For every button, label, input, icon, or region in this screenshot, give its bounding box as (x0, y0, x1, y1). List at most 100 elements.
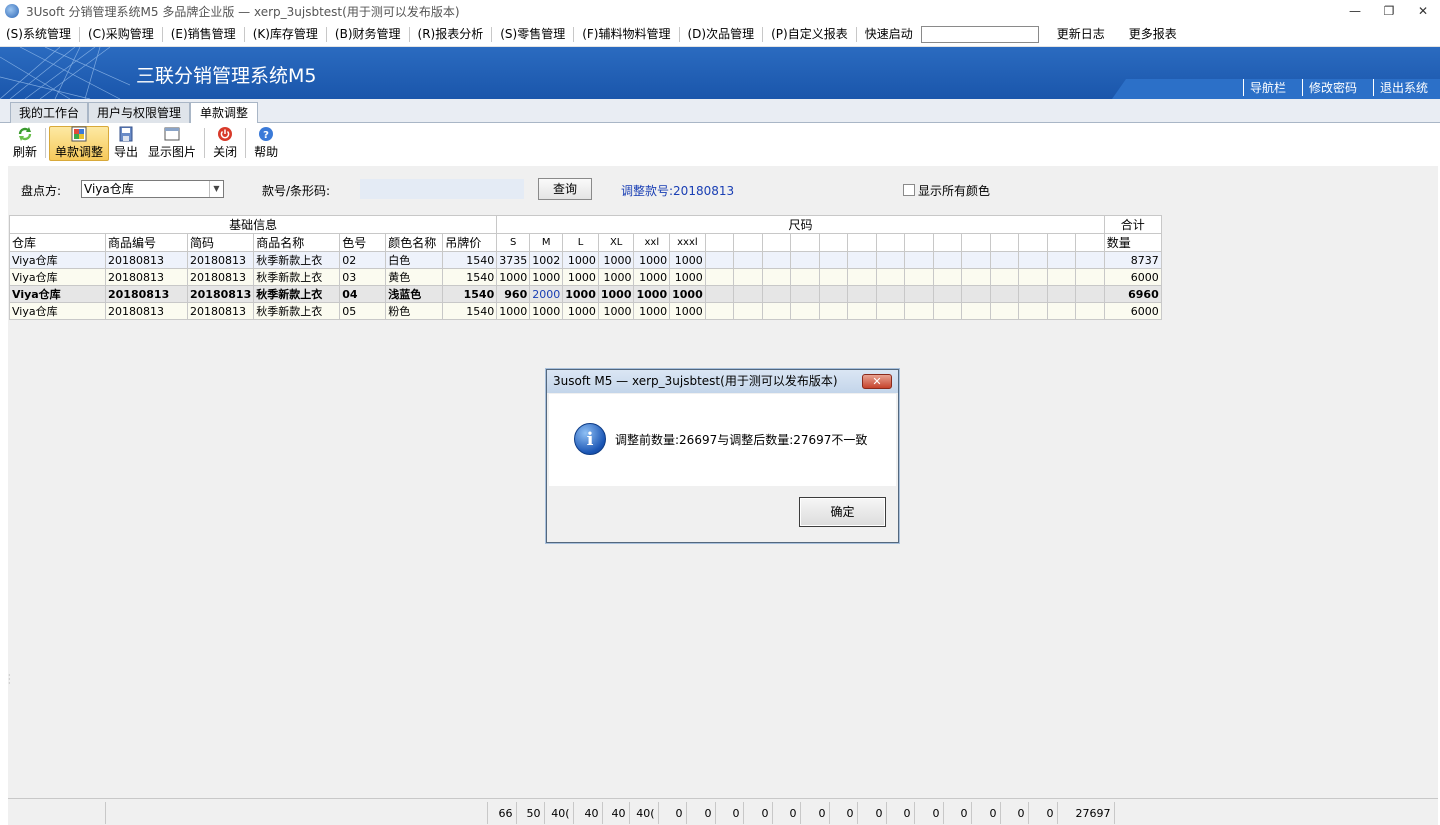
ok-button[interactable]: 确定 (799, 497, 886, 527)
menu-reports[interactable]: (R)报表分析 (412, 22, 490, 47)
cell-warehouse[interactable]: Viya仓库 (9, 268, 106, 286)
cell-size-qty[interactable]: 1000 (669, 268, 706, 286)
cell-size-qty[interactable]: 1000 (633, 268, 671, 286)
change-password-link[interactable]: 修改密码 (1301, 79, 1363, 96)
restore-button[interactable]: ❐ (1372, 0, 1406, 22)
cell-size-empty[interactable] (875, 268, 905, 286)
cell-short-code[interactable]: 20180813 (186, 268, 255, 286)
cell-size-empty[interactable] (960, 285, 991, 303)
cell-size-qty[interactable]: 1000 (562, 251, 599, 269)
cell-size-empty[interactable] (818, 251, 848, 269)
cell-size-qty[interactable]: 1000 (633, 251, 671, 269)
cell-size-empty[interactable] (704, 285, 734, 303)
minimize-button[interactable]: — (1338, 0, 1372, 22)
warehouse-select[interactable]: Viya仓库 ▼ (81, 180, 224, 198)
cell-item-no[interactable]: 20180813 (105, 285, 188, 303)
cell-size-qty[interactable]: 1000 (597, 251, 635, 269)
cell-size-qty[interactable]: 1000 (496, 302, 531, 320)
table-row[interactable]: Viya仓库 20180813 20180813 秋季新款上衣 04 浅蓝色 1540 960… (9, 285, 1162, 303)
cell-color-no[interactable]: 05 (339, 302, 387, 320)
table-row[interactable]: Viya仓库 20180813 20180813 秋季新款上衣 02 白色 1540 3735… (9, 251, 1162, 269)
cell-item-name[interactable]: 秋季新款上衣 (253, 285, 341, 303)
cell-size-empty[interactable] (818, 268, 848, 286)
cell-size-empty[interactable] (761, 285, 791, 303)
export-button[interactable]: 导出 (109, 126, 143, 161)
menu-defects[interactable]: (D)次品管理 (682, 22, 761, 47)
cell-size-empty[interactable] (1074, 268, 1105, 286)
cell-size-empty[interactable] (761, 251, 791, 269)
cell-color-no[interactable]: 02 (339, 251, 387, 269)
col-warehouse[interactable]: 仓库 (9, 233, 106, 252)
col-item-name[interactable]: 商品名称 (253, 233, 341, 252)
cell-size-qty[interactable]: 1000 (562, 268, 599, 286)
code-input[interactable] (360, 179, 524, 199)
col-quantity[interactable]: 数量 (1103, 233, 1162, 252)
cell-size-empty[interactable] (732, 302, 763, 320)
cell-item-no[interactable]: 20180813 (105, 251, 188, 269)
cell-item-name[interactable]: 秋季新款上衣 (253, 268, 341, 286)
cell-quantity[interactable]: 6000 (1103, 268, 1162, 286)
cell-size-empty[interactable] (932, 302, 962, 320)
cell-quantity[interactable]: 6960 (1103, 285, 1162, 303)
cell-item-name[interactable]: 秋季新款上衣 (253, 251, 341, 269)
cell-size-qty[interactable]: 1000 (669, 302, 706, 320)
cell-color-name[interactable]: 浅蓝色 (385, 285, 444, 303)
show-image-button[interactable]: 显示图片 (143, 126, 201, 161)
help-button[interactable]: ? 帮助 (249, 126, 283, 161)
cell-size-qty[interactable]: 1000 (529, 268, 564, 286)
cell-size-empty[interactable] (932, 285, 962, 303)
col-size-s[interactable]: S (496, 233, 531, 252)
cell-size-empty[interactable] (846, 302, 877, 320)
tab-user-permissions[interactable]: 用户与权限管理 (88, 102, 190, 123)
menu-inventory[interactable]: (K)库存管理 (247, 22, 324, 47)
menu-more-reports[interactable]: 更多报表 (1123, 22, 1183, 47)
cell-size-empty[interactable] (789, 302, 820, 320)
cell-size-qty[interactable]: 2000 (529, 285, 564, 303)
cell-size-empty[interactable] (1046, 285, 1076, 303)
table-row[interactable]: Viya仓库 20180813 20180813 秋季新款上衣 05 粉色 1540 1000… (9, 302, 1162, 320)
cell-warehouse[interactable]: Viya仓库 (9, 302, 106, 320)
show-all-colors-checkbox[interactable] (903, 184, 915, 196)
cell-size-empty[interactable] (704, 268, 734, 286)
cell-size-empty[interactable] (989, 302, 1019, 320)
cell-size-empty[interactable] (1017, 268, 1048, 286)
cell-size-empty[interactable] (761, 302, 791, 320)
col-tag-price[interactable]: 吊牌价 (442, 233, 498, 252)
cell-size-qty[interactable]: 1000 (669, 285, 706, 303)
cell-size-empty[interactable] (875, 251, 905, 269)
menu-custom-reports[interactable]: (P)自定义报表 (765, 22, 854, 47)
cell-warehouse[interactable]: Viya仓库 (9, 251, 106, 269)
cell-short-code[interactable]: 20180813 (186, 251, 255, 269)
splitter-grip-icon[interactable]: · · · (8, 672, 12, 688)
cell-size-empty[interactable] (789, 268, 820, 286)
col-size-m[interactable]: M (529, 233, 564, 252)
cell-size-qty[interactable]: 1000 (633, 302, 671, 320)
cell-size-qty[interactable]: 1000 (633, 285, 671, 303)
col-size-xxxl[interactable]: xxxl (669, 233, 706, 252)
cell-size-empty[interactable] (1046, 268, 1076, 286)
cell-size-empty[interactable] (732, 285, 763, 303)
cell-size-qty[interactable]: 1000 (562, 302, 599, 320)
cell-size-qty[interactable]: 1000 (597, 285, 635, 303)
menu-sales[interactable]: (E)销售管理 (165, 22, 242, 47)
cell-size-qty[interactable]: 1000 (669, 251, 706, 269)
cell-size-empty[interactable] (960, 251, 991, 269)
cell-item-name[interactable]: 秋季新款上衣 (253, 302, 341, 320)
cell-quantity[interactable]: 8737 (1103, 251, 1162, 269)
cell-size-qty[interactable]: 1002 (529, 251, 564, 269)
col-color-name[interactable]: 颜色名称 (385, 233, 444, 252)
cell-size-empty[interactable] (818, 302, 848, 320)
cell-size-empty[interactable] (846, 285, 877, 303)
logout-link[interactable]: 退出系统 (1372, 79, 1434, 96)
cell-color-no[interactable]: 04 (339, 285, 387, 303)
menu-update-log[interactable]: 更新日志 (1051, 22, 1111, 47)
cell-size-empty[interactable] (989, 285, 1019, 303)
cell-color-no[interactable]: 03 (339, 268, 387, 286)
cell-size-empty[interactable] (704, 302, 734, 320)
cell-item-no[interactable]: 20180813 (105, 302, 188, 320)
cell-warehouse[interactable]: Viya仓库 (9, 285, 106, 303)
cell-size-empty[interactable] (789, 251, 820, 269)
col-size-l[interactable]: L (562, 233, 599, 252)
cell-color-name[interactable]: 粉色 (385, 302, 444, 320)
cell-size-empty[interactable] (903, 268, 934, 286)
